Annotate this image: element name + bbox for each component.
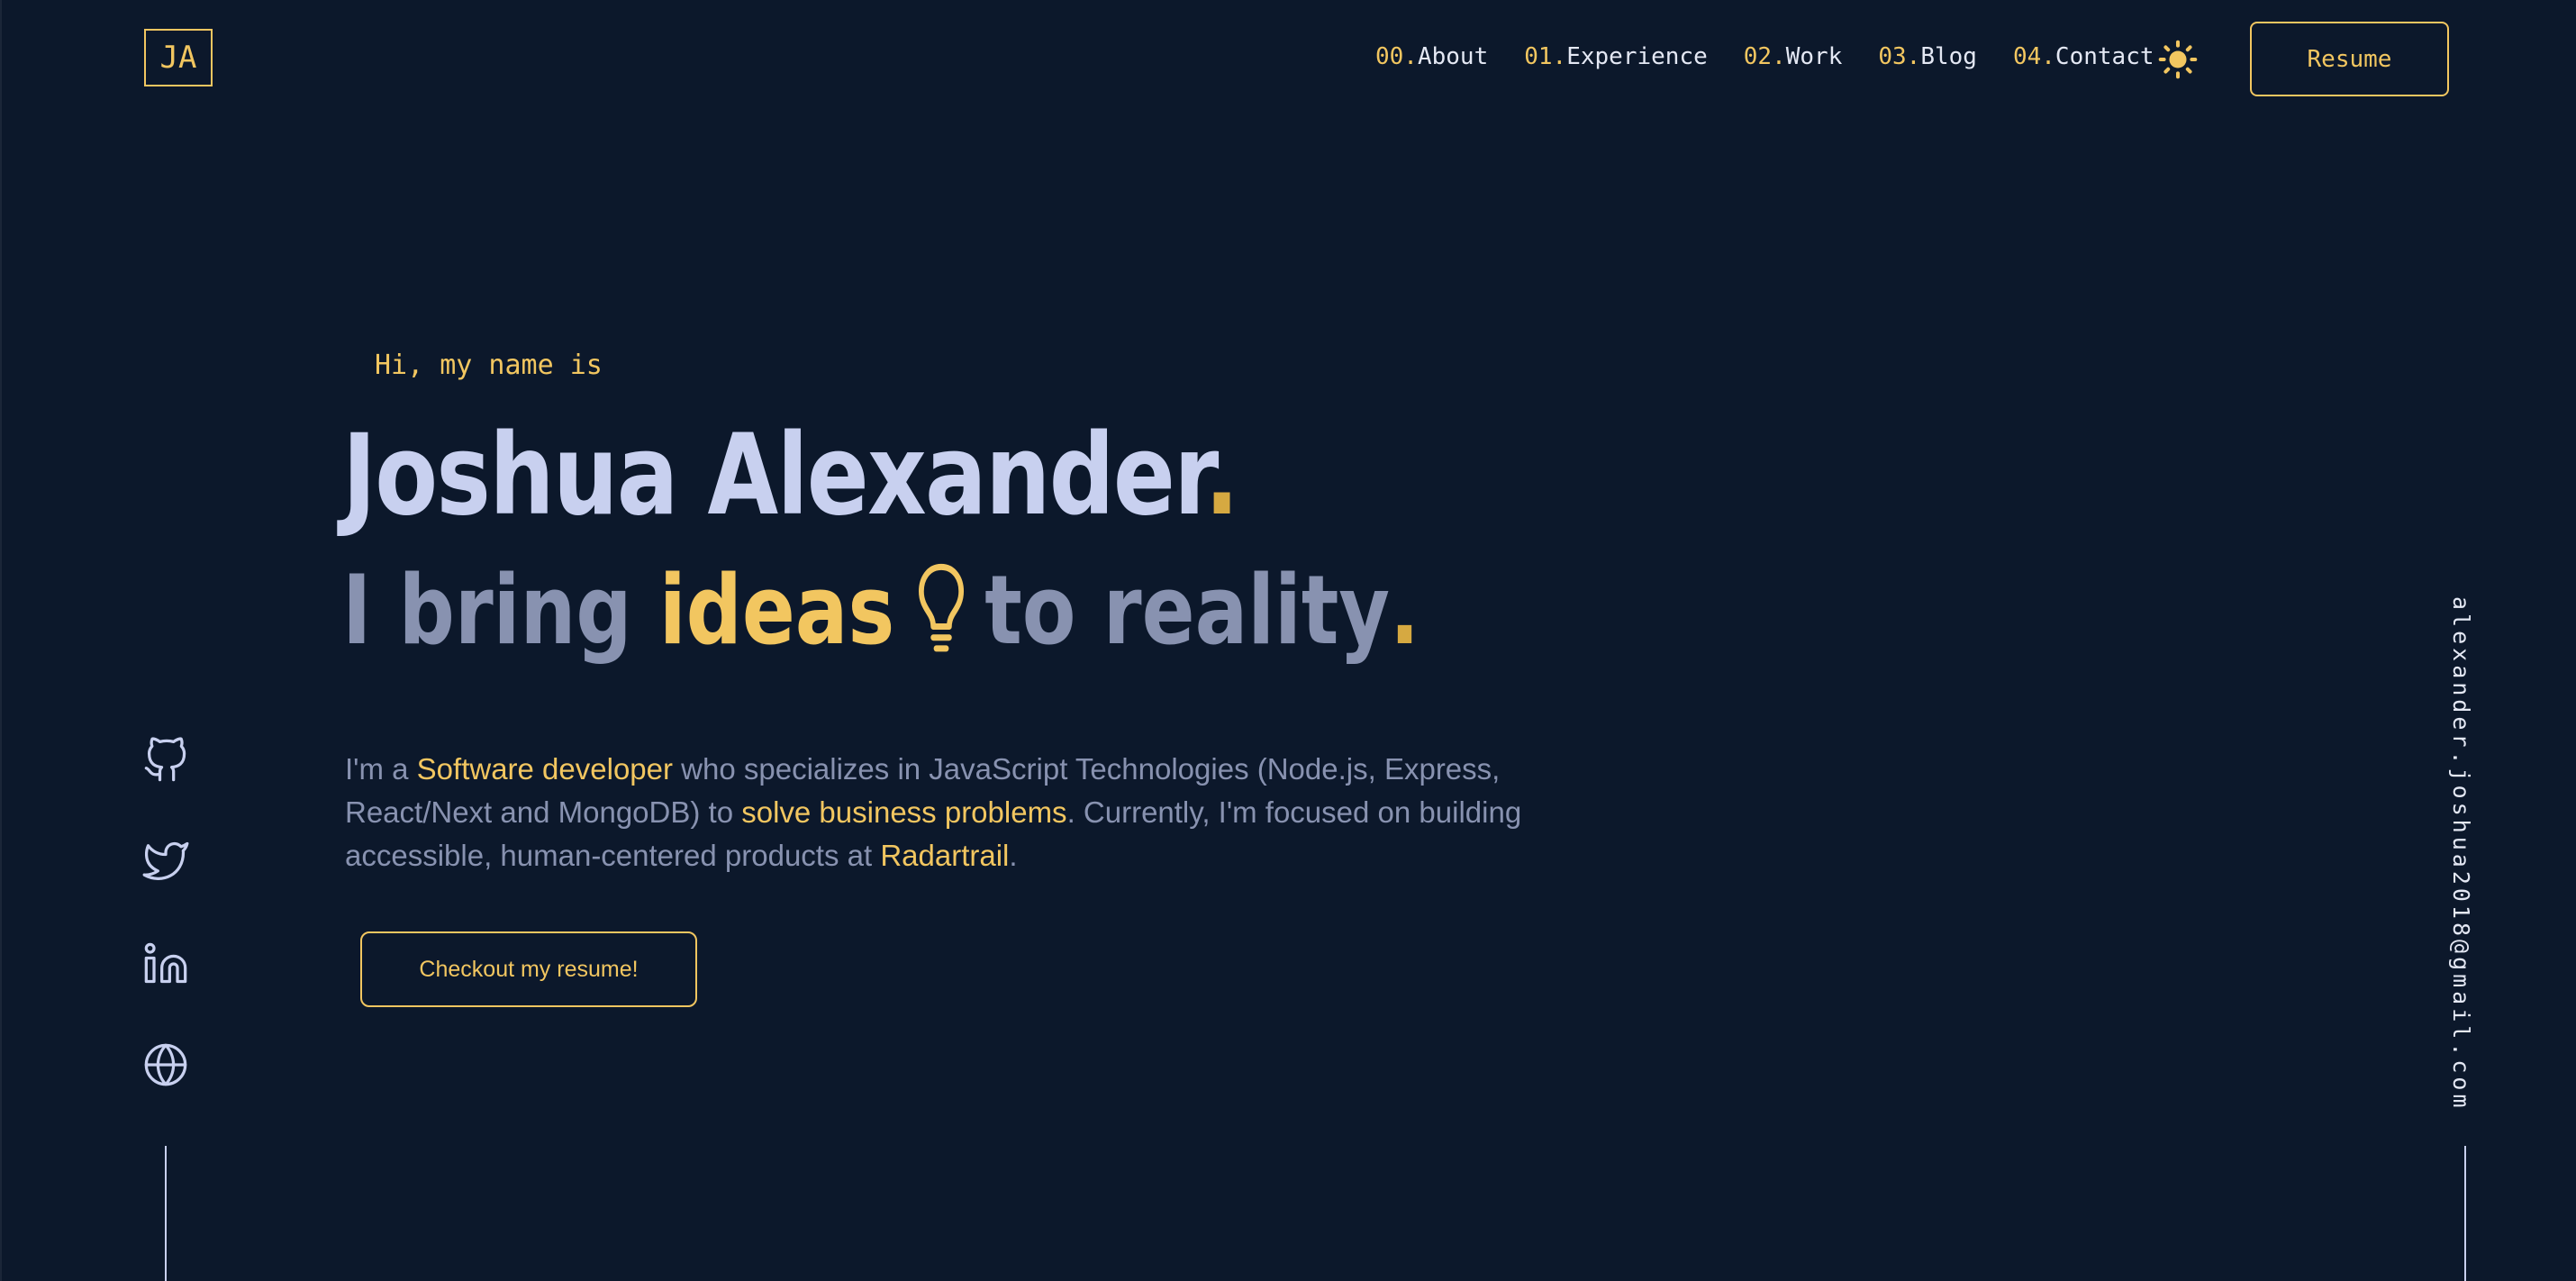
hero-name-text: Joshua Alexander <box>342 411 1206 541</box>
nav-label: Blog <box>1920 43 1977 70</box>
nav-number: 03. <box>1878 43 1921 70</box>
globe-icon[interactable] <box>142 1041 189 1088</box>
hero-bio: I'm a Software developer who specializes… <box>345 748 1543 877</box>
tagline-highlight: ideas <box>658 555 895 666</box>
nav-item-contact[interactable]: 04.Contact <box>2013 43 2154 70</box>
checkout-resume-button[interactable]: Checkout my resume! <box>360 931 697 1007</box>
tagline-part1: I bring <box>342 555 632 666</box>
logo-text: JA <box>159 40 197 76</box>
sun-icon[interactable] <box>2158 40 2198 79</box>
hero-name-dot: . <box>1204 411 1239 541</box>
bio-text: I'm a <box>345 752 417 786</box>
tagline-part2: to reality <box>984 555 1391 666</box>
resume-button[interactable]: Resume <box>2250 22 2449 96</box>
email-divider-line <box>2464 1146 2466 1281</box>
bio-highlight-company: Radartrail <box>880 839 1010 872</box>
nav-item-experience[interactable]: 01.Experience <box>1524 43 1708 70</box>
email-link[interactable]: alexander.joshua2018@gmail.com <box>2448 596 2474 1112</box>
page-left-edge <box>0 0 2 1281</box>
lightbulb-icon <box>918 564 964 652</box>
nav-number: 02. <box>1743 43 1786 70</box>
logo[interactable]: JA <box>144 29 213 86</box>
linkedin-icon[interactable] <box>142 940 189 987</box>
nav-number: 01. <box>1524 43 1567 70</box>
main-nav: 00.About 01.Experience 02.Work 03.Blog 0… <box>1375 43 2154 70</box>
hero-name: Joshua Alexander. <box>342 414 1239 537</box>
nav-item-about[interactable]: 00.About <box>1375 43 1488 70</box>
nav-label: Contact <box>2054 43 2154 70</box>
nav-item-work[interactable]: 02.Work <box>1744 43 1843 70</box>
bio-highlight-goal: solve business problems <box>741 795 1067 829</box>
nav-label: About <box>1417 43 1489 70</box>
nav-label: Work <box>1785 43 1843 70</box>
hero-tagline: I bring ideas to reality. <box>342 555 1420 666</box>
nav-number: 04. <box>2012 43 2055 70</box>
nav-number: 00. <box>1375 43 1418 70</box>
bio-text: . <box>1009 839 1018 872</box>
nav-item-blog[interactable]: 03.Blog <box>1878 43 1977 70</box>
twitter-icon[interactable] <box>142 838 189 885</box>
tagline-dot: . <box>1390 555 1420 666</box>
bio-highlight-role: Software developer <box>416 752 673 786</box>
github-icon[interactable] <box>142 737 189 784</box>
social-divider-line <box>165 1146 167 1281</box>
hero-greeting: Hi, my name is <box>375 350 603 381</box>
nav-label: Experience <box>1566 43 1708 70</box>
